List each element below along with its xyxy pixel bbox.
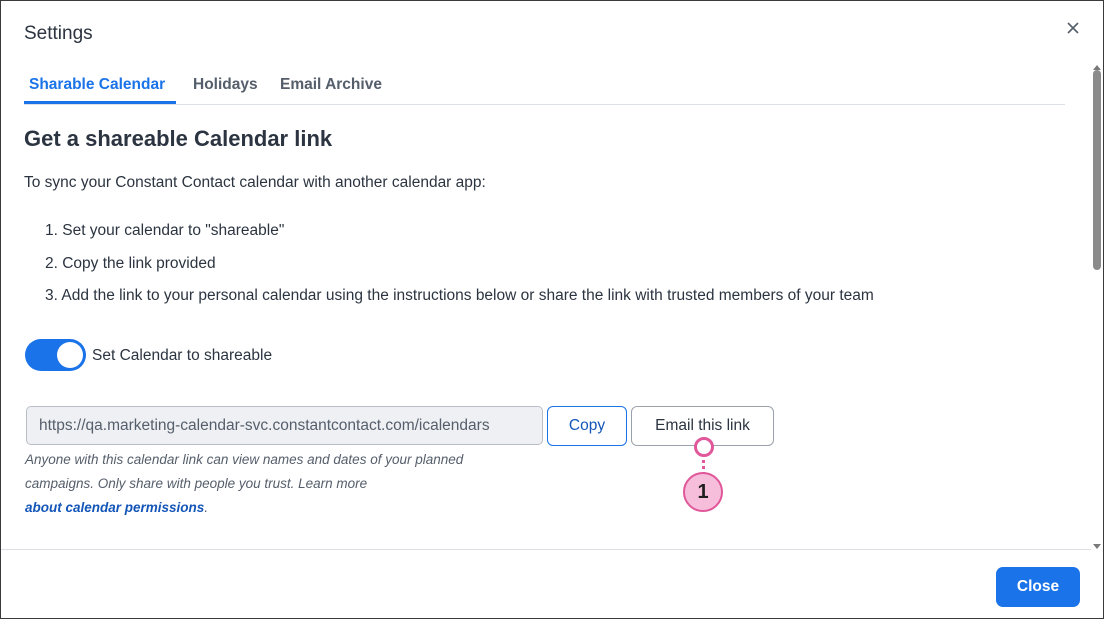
page-heading: Get a shareable Calendar link bbox=[24, 126, 333, 151]
footer-divider bbox=[1, 549, 1091, 550]
settings-tabs: Sharable Calendar Holidays Email Archive bbox=[24, 71, 1065, 105]
callout-number-badge: 1 bbox=[683, 472, 723, 512]
scrollbar[interactable] bbox=[1090, 58, 1103, 549]
calendar-link-field[interactable] bbox=[26, 406, 543, 445]
scroll-down-icon[interactable] bbox=[1092, 538, 1102, 549]
step-item: 1. Set your calendar to "shareable" bbox=[45, 222, 285, 239]
active-tab-indicator bbox=[24, 101, 176, 104]
callout-anchor-dot bbox=[694, 437, 714, 457]
calendar-permissions-link[interactable]: about calendar permissions bbox=[25, 500, 204, 515]
note-end: . bbox=[204, 500, 209, 515]
tab-holidays[interactable]: Holidays bbox=[193, 76, 258, 94]
dialog-title: Settings bbox=[24, 23, 93, 44]
step-item: 2. Copy the link provided bbox=[45, 254, 216, 272]
permissions-note: Anyone with this calendar link can view … bbox=[25, 448, 525, 520]
scroll-thumb[interactable] bbox=[1093, 70, 1101, 270]
steps-list: 1. Set your calendar to "shareable" 2. C… bbox=[45, 222, 874, 320]
toggle-label: Set Calendar to shareable bbox=[92, 347, 273, 364]
scroll-up-icon[interactable] bbox=[1092, 58, 1102, 70]
note-text: Anyone with this calendar link can view … bbox=[25, 452, 464, 491]
tab-email-archive[interactable]: Email Archive bbox=[280, 76, 382, 94]
copy-button[interactable]: Copy bbox=[547, 406, 627, 446]
intro-text: To sync your Constant Contact calendar w… bbox=[24, 174, 486, 191]
tab-sharable-calendar[interactable]: Sharable Calendar bbox=[29, 76, 165, 94]
close-icon[interactable] bbox=[1063, 18, 1083, 38]
shareable-toggle[interactable] bbox=[25, 339, 86, 371]
toggle-knob bbox=[57, 342, 83, 368]
step-item: 3. Add the link to your personal calenda… bbox=[45, 287, 874, 304]
close-button[interactable]: Close bbox=[996, 567, 1080, 607]
settings-dialog: Settings Sharable Calendar Holidays Emai… bbox=[0, 0, 1104, 619]
